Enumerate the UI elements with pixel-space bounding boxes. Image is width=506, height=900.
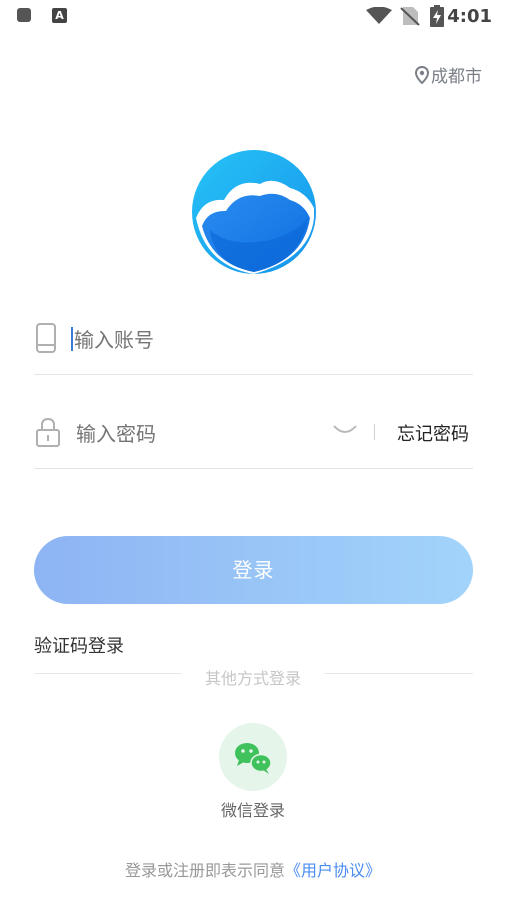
- wifi-icon: [366, 7, 392, 24]
- eye-closed-icon[interactable]: [332, 422, 358, 438]
- battery-charging-icon: [430, 5, 444, 27]
- app-logo: [192, 150, 316, 274]
- wechat-icon: [235, 743, 272, 774]
- login-button[interactable]: 登录: [34, 536, 473, 604]
- forgot-password-link[interactable]: 忘记密码: [397, 420, 469, 446]
- field-separator: [374, 424, 375, 440]
- phone-icon: [36, 323, 56, 353]
- agreement-prefix: 登录或注册即表示同意: [124, 861, 285, 880]
- status-bar: A 4:01: [0, 0, 506, 34]
- user-agreement-link[interactable]: 《用户协议》: [285, 861, 381, 880]
- notification-icon: [17, 8, 31, 22]
- text-cursor: [71, 327, 73, 351]
- app-badge-icon: A: [52, 8, 67, 23]
- no-sim-icon: [400, 7, 420, 26]
- wechat-login-button[interactable]: [219, 723, 287, 791]
- password-field[interactable]: 忘记密码: [34, 410, 473, 469]
- password-input[interactable]: [76, 416, 336, 452]
- status-time: 4:01: [447, 6, 492, 27]
- location-city: 成都市: [431, 67, 482, 87]
- account-field[interactable]: [34, 316, 473, 375]
- location-pin-icon: [415, 65, 429, 84]
- agreement-text: 登录或注册即表示同意《用户协议》: [0, 857, 506, 881]
- other-methods-label: 其他方式登录: [204, 669, 301, 688]
- lock-icon: [36, 417, 60, 447]
- location-selector[interactable]: 成都市: [415, 62, 482, 87]
- sms-code-login-link[interactable]: 验证码登录: [34, 632, 124, 658]
- account-input[interactable]: [74, 322, 334, 358]
- wechat-login-label: 微信登录: [220, 801, 285, 820]
